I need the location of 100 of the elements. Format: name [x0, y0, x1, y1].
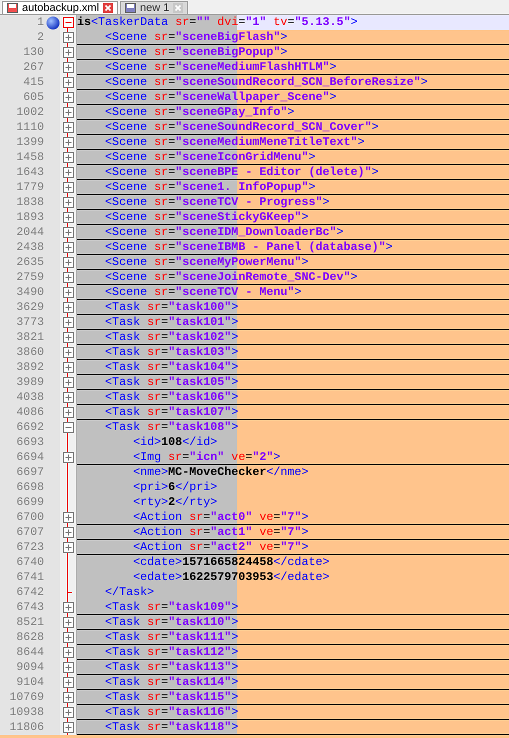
expand-toggle[interactable] — [62, 212, 74, 223]
expand-toggle[interactable] — [62, 662, 74, 673]
file-tab[interactable]: new 1 — [120, 1, 188, 14]
line-number: 8628 — [15, 630, 45, 645]
line-number: 3773 — [15, 315, 45, 330]
line-number: 130 — [22, 45, 45, 60]
code-line: <Task sr="task118"> — [104, 720, 238, 735]
line-number: 2635 — [15, 255, 45, 270]
code-line: <Scene sr="scene1. InfoPopup"> — [104, 180, 316, 195]
expand-toggle[interactable] — [62, 122, 74, 133]
line-number: 605 — [22, 90, 45, 105]
line-number: 6693 — [15, 435, 45, 450]
code-line: <Task sr="task105"> — [104, 375, 238, 390]
expand-toggle[interactable] — [62, 152, 74, 163]
code-line: <Scene sr="sceneMediumFlashHTLM"> — [104, 60, 337, 75]
expand-toggle[interactable] — [62, 317, 74, 328]
file-icon — [125, 3, 136, 13]
file-tab[interactable]: autobackup.xml — [2, 1, 118, 14]
expand-toggle[interactable] — [62, 632, 74, 643]
expand-toggle[interactable] — [62, 392, 74, 403]
code-line: <Task sr="task103"> — [104, 345, 238, 360]
expand-toggle[interactable] — [62, 647, 74, 658]
expand-toggle[interactable] — [62, 92, 74, 103]
line-number: 1779 — [15, 180, 45, 195]
code-line: <Task sr="task102"> — [104, 330, 238, 345]
line-number: 6743 — [15, 600, 45, 615]
expand-toggle[interactable] — [62, 332, 74, 343]
expand-toggle[interactable] — [62, 107, 74, 118]
expand-toggle[interactable] — [62, 272, 74, 283]
line-number: 6741 — [15, 570, 45, 585]
expand-toggle[interactable] — [62, 452, 74, 463]
line-number: 6694 — [15, 450, 45, 465]
expand-toggle[interactable] — [62, 692, 74, 703]
line-number: 6700 — [15, 510, 45, 525]
code-line: <Task sr="task113"> — [104, 660, 238, 675]
expand-toggle[interactable] — [62, 407, 74, 418]
line-number: 6699 — [15, 495, 45, 510]
expand-toggle[interactable] — [62, 722, 74, 733]
expand-toggle[interactable] — [62, 227, 74, 238]
line-number: 6740 — [15, 555, 45, 570]
expand-toggle[interactable] — [62, 242, 74, 253]
line-number: 267 — [22, 60, 45, 75]
code-line: <Scene sr="sceneIDM_DownloaderBc"> — [104, 225, 344, 240]
expand-toggle[interactable] — [62, 377, 74, 388]
code-line: <Scene sr="sceneMyPowerMenu"> — [104, 255, 308, 270]
code-line: <Task sr="task100"> — [104, 300, 238, 315]
code-line: <cdate>1571665824458</cdate> — [132, 555, 330, 570]
line-number: 4086 — [15, 405, 45, 420]
code-line: <Scene sr="sceneMediumMeneTitleText"> — [104, 135, 365, 150]
code-line: </Task> — [104, 585, 154, 600]
collapse-toggle[interactable] — [62, 422, 74, 433]
expand-toggle[interactable] — [62, 542, 74, 553]
line-number: 3629 — [15, 300, 45, 315]
collapse-toggle[interactable] — [62, 17, 74, 28]
expand-toggle[interactable] — [62, 287, 74, 298]
expand-toggle[interactable] — [62, 302, 74, 313]
code-line: <Scene sr="sceneIconGridMenu"> — [104, 150, 316, 165]
code-line: <rty>2</rty> — [132, 495, 218, 510]
expand-toggle[interactable] — [62, 707, 74, 718]
expand-toggle[interactable] — [62, 47, 74, 58]
line-number: 1838 — [15, 195, 45, 210]
expand-toggle[interactable] — [62, 347, 74, 358]
expand-toggle[interactable] — [62, 527, 74, 538]
line-number: 3490 — [15, 285, 45, 300]
code-line: <Scene sr="sceneTCV - Menu"> — [104, 285, 302, 300]
line-number: 1893 — [15, 210, 45, 225]
code-line: <id>108</id> — [132, 435, 218, 450]
expand-toggle[interactable] — [62, 197, 74, 208]
expand-toggle[interactable] — [62, 167, 74, 178]
code-line: <Task sr="task112"> — [104, 645, 238, 660]
expand-toggle[interactable] — [62, 182, 74, 193]
line-number: 4038 — [15, 390, 45, 405]
fold-end-mark — [68, 592, 72, 593]
expand-toggle[interactable] — [62, 137, 74, 148]
line-number: 1458 — [15, 150, 45, 165]
expand-toggle[interactable] — [62, 512, 74, 523]
code-line: <Task sr="task108"> — [104, 420, 238, 435]
line-number: 10938 — [8, 705, 45, 720]
close-icon[interactable] — [103, 3, 114, 13]
line-number: 1399 — [15, 135, 45, 150]
expand-toggle[interactable] — [62, 62, 74, 73]
code-line: <Task sr="task109"> — [104, 600, 238, 615]
line-number: 415 — [22, 75, 45, 90]
code-line: <Task sr="task107"> — [104, 405, 238, 420]
line-number: 1110 — [15, 120, 45, 135]
line-number: 8644 — [15, 645, 45, 660]
expand-toggle[interactable] — [62, 617, 74, 628]
line-number: 8521 — [15, 615, 45, 630]
expand-toggle[interactable] — [62, 32, 74, 43]
expand-toggle[interactable] — [62, 602, 74, 613]
expand-toggle[interactable] — [62, 362, 74, 373]
line-number: 9104 — [15, 675, 45, 690]
code-line: <Task sr="task116"> — [104, 705, 238, 720]
expand-toggle[interactable] — [62, 77, 74, 88]
line-number: 3860 — [15, 345, 45, 360]
expand-toggle[interactable] — [62, 257, 74, 268]
line-number: 10769 — [8, 690, 45, 705]
code-line: <edate>1622579703953</edate> — [132, 570, 330, 585]
expand-toggle[interactable] — [62, 677, 74, 688]
code-line: <Task sr="task115"> — [104, 690, 238, 705]
